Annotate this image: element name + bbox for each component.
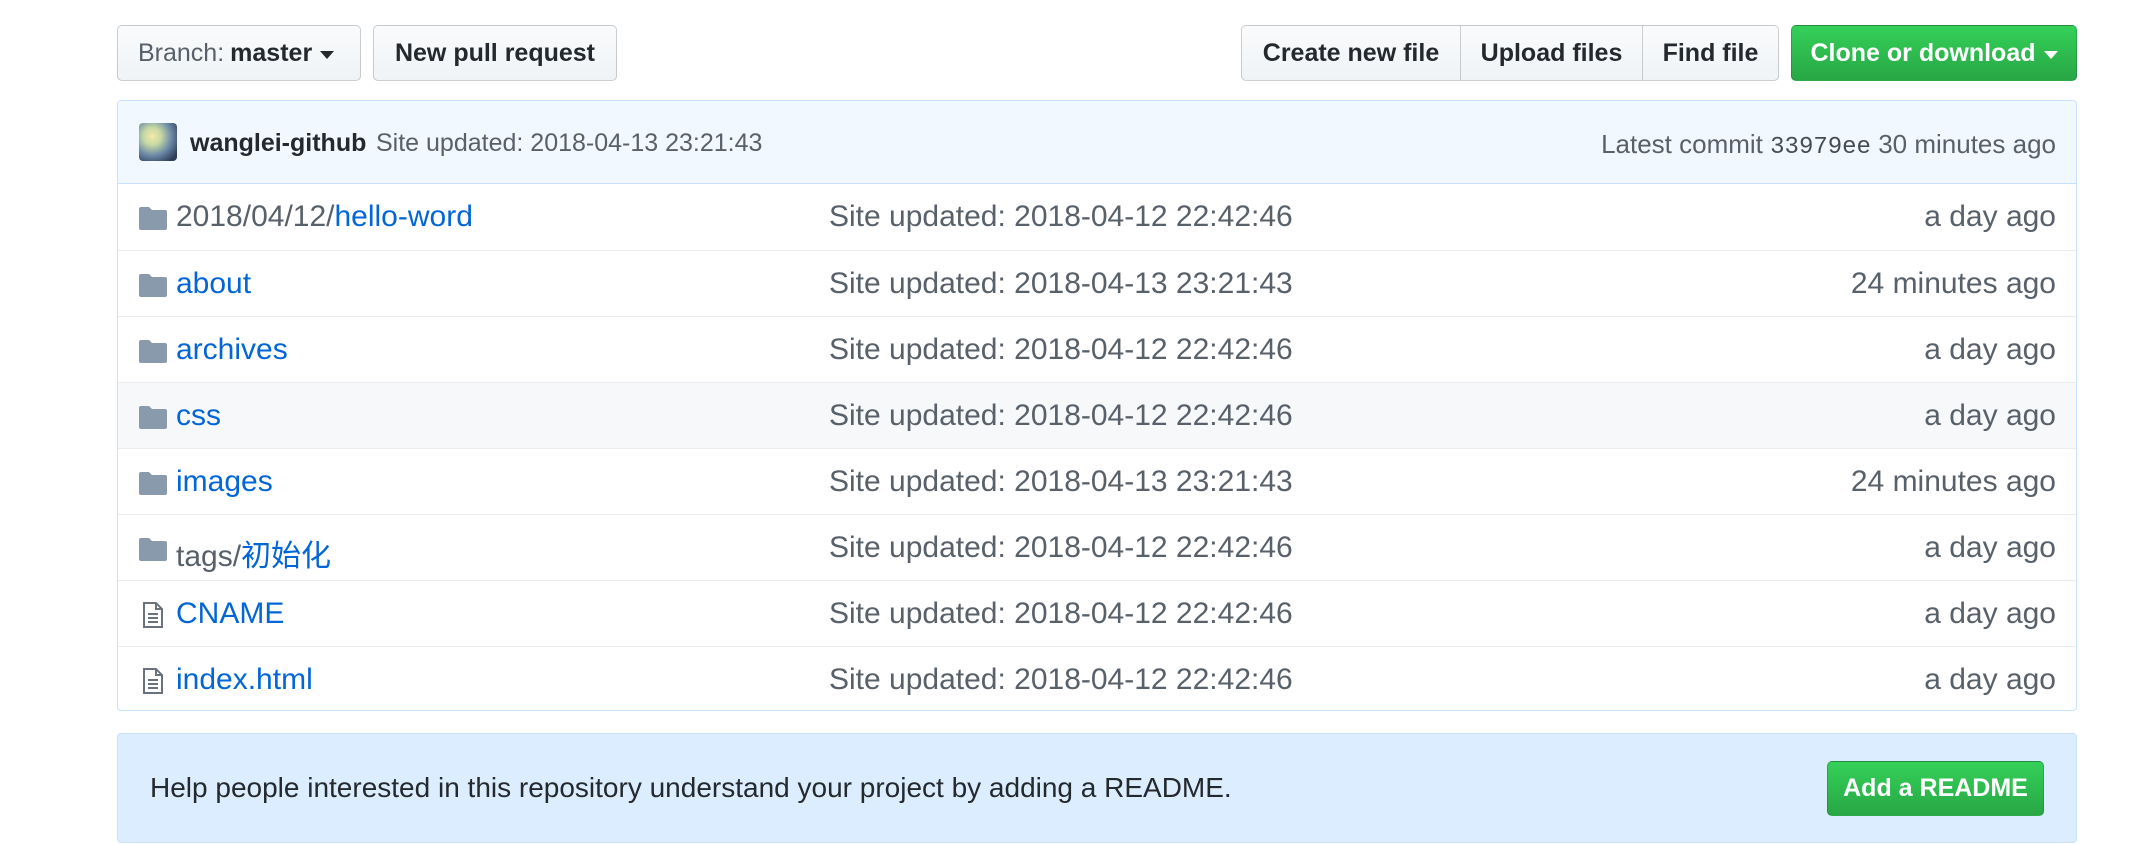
new-pull-request-button[interactable]: New pull request xyxy=(373,25,617,81)
file-row: tags/初始化 Site updated: 2018-04-12 22:42:4… xyxy=(118,514,2076,580)
file-commit-message[interactable]: Site updated: 2018-04-12 22:42:46 xyxy=(829,333,1293,367)
file-name: css xyxy=(176,399,221,433)
file-icon xyxy=(138,602,168,628)
file-commit-message[interactable]: Site updated: 2018-04-13 23:21:43 xyxy=(829,465,1293,499)
file-name: about xyxy=(176,267,251,301)
file-name: index.html xyxy=(176,663,313,697)
readme-prompt-text: Help people interested in this repositor… xyxy=(150,772,1232,803)
commit-age: 30 minutes ago xyxy=(1878,129,2056,159)
file-row: about Site updated: 2018-04-13 23:21:43 24… xyxy=(118,250,2076,316)
find-file-button[interactable]: Find file xyxy=(1642,25,1779,81)
file-link[interactable]: 初始化 xyxy=(241,540,331,573)
branch-name: master xyxy=(230,38,313,67)
file-name: archives xyxy=(176,333,288,367)
clone-or-download-label: Clone or download xyxy=(1810,38,2036,67)
file-commit-message[interactable]: Site updated: 2018-04-12 22:42:46 xyxy=(829,399,1293,433)
caret-down-icon xyxy=(320,50,335,59)
file-rows: 2018/04/12/hello-word Site updated: 2018-… xyxy=(118,184,2076,710)
file-commit-message[interactable]: Site updated: 2018-04-12 22:42:46 xyxy=(829,531,1293,565)
latest-commit-label: Latest commit xyxy=(1601,129,1763,159)
clone-or-download-button[interactable]: Clone or download xyxy=(1791,25,2077,81)
file-link[interactable]: index.html xyxy=(176,663,313,696)
file-name: CNAME xyxy=(176,597,284,631)
folder-icon xyxy=(138,205,168,231)
commit-sha[interactable]: 33979ee xyxy=(1770,134,1871,161)
file-row: images Site updated: 2018-04-13 23:21:43 2… xyxy=(118,448,2076,514)
branch-select-button[interactable]: Branch: master xyxy=(117,25,361,81)
file-row: archives Site updated: 2018-04-12 22:42:4… xyxy=(118,316,2076,382)
file-row: css Site updated: 2018-04-12 22:42:46 a da… xyxy=(118,382,2076,448)
file-commit-age: a day ago xyxy=(1924,399,2056,432)
file-link[interactable]: archives xyxy=(176,333,288,366)
file-link[interactable]: about xyxy=(176,267,251,300)
caret-down-icon xyxy=(2043,50,2058,59)
commit-message[interactable]: Site updated: 2018-04-13 23:21:43 xyxy=(376,129,762,158)
file-link[interactable]: css xyxy=(176,399,221,432)
file-name: images xyxy=(176,465,273,499)
file-commit-age: a day ago xyxy=(1924,333,2056,366)
file-commit-age: a day ago xyxy=(1924,597,2056,630)
file-commit-age: a day ago xyxy=(1924,663,2056,696)
folder-icon xyxy=(138,404,168,430)
file-commit-message[interactable]: Site updated: 2018-04-13 23:21:43 xyxy=(829,267,1293,301)
upload-files-button[interactable]: Upload files xyxy=(1460,25,1643,81)
create-new-file-button[interactable]: Create new file xyxy=(1241,25,1461,81)
file-commit-message[interactable]: Site updated: 2018-04-12 22:42:46 xyxy=(829,200,1293,234)
file-icon xyxy=(138,668,168,694)
file-list: wanglei-github Site updated: 2018-04-13 … xyxy=(117,100,2077,711)
file-link[interactable]: hello-word xyxy=(334,200,472,233)
file-commit-age: a day ago xyxy=(1924,531,2056,564)
readme-prompt: Help people interested in this repositor… xyxy=(117,733,2077,843)
file-link[interactable]: CNAME xyxy=(176,597,284,630)
file-row: 2018/04/12/hello-word Site updated: 2018-… xyxy=(118,184,2076,250)
file-row: CNAME Site updated: 2018-04-12 22:42:46 a … xyxy=(118,580,2076,646)
file-name: tags/初始化 xyxy=(176,531,331,575)
folder-icon xyxy=(138,338,168,364)
file-commit-message[interactable]: Site updated: 2018-04-12 22:42:46 xyxy=(829,597,1293,631)
file-commit-age: a day ago xyxy=(1924,200,2056,233)
file-link[interactable]: images xyxy=(176,465,273,498)
file-commit-age: 24 minutes ago xyxy=(1850,465,2056,498)
branch-label: Branch: xyxy=(138,38,225,67)
file-commit-message[interactable]: Site updated: 2018-04-12 22:42:46 xyxy=(829,663,1293,697)
add-readme-button[interactable]: Add a README xyxy=(1827,761,2044,816)
avatar[interactable] xyxy=(139,123,177,161)
commit-author[interactable]: wanglei-github xyxy=(190,129,366,158)
latest-commit-info: Latest commit 33979ee 30 minutes ago xyxy=(1601,129,2056,161)
folder-icon xyxy=(138,272,168,298)
folder-icon xyxy=(138,536,168,562)
file-commit-age: 24 minutes ago xyxy=(1850,267,2056,300)
folder-icon xyxy=(138,470,168,496)
file-path-prefix: tags/ xyxy=(176,540,242,573)
latest-commit-bar: wanglei-github Site updated: 2018-04-13 … xyxy=(118,101,2076,184)
file-name: 2018/04/12/hello-word xyxy=(176,200,473,234)
file-row: index.html Site updated: 2018-04-12 22:42… xyxy=(118,646,2076,710)
file-path-prefix: 2018/04/12/ xyxy=(176,200,335,233)
